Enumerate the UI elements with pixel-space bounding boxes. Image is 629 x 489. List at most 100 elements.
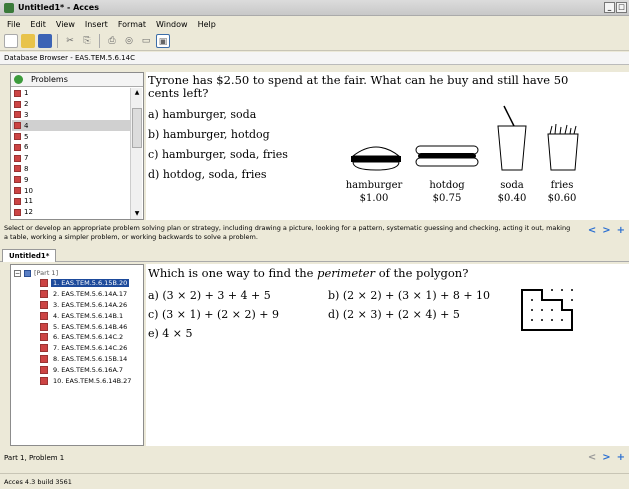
hotdog-price: $0.75 <box>432 193 462 204</box>
preview-nav: < > + <box>588 225 625 236</box>
problems-title: Problems <box>31 75 68 84</box>
polygon-figure <box>521 289 573 331</box>
problems-panel: Problems 1 2 3 4 5 6 7 8 9 10 11 12 ▲ ▼ <box>10 72 144 220</box>
strategy-description: Select or develop an appropriate problem… <box>4 224 571 241</box>
menu-format[interactable]: Format <box>118 20 146 29</box>
previous-arrow-icon[interactable]: < <box>588 225 596 236</box>
option-a[interactable]: a) (3 × 2) + 3 + 4 + 5 <box>148 289 271 302</box>
fries-icon <box>547 123 579 171</box>
scroll-thumb[interactable] <box>132 108 142 148</box>
print-icon[interactable]: ⎙ <box>105 34 119 48</box>
menu-edit[interactable]: Edit <box>30 20 46 29</box>
problem-list-item[interactable]: 10 <box>12 185 130 196</box>
problem-list-item[interactable]: 8 <box>12 164 130 175</box>
previous-arrow-icon[interactable]: < <box>588 452 596 463</box>
go-icon[interactable] <box>14 75 23 84</box>
tree-item[interactable]: 8. EAS.TEM.5.6.15B.14 <box>14 354 133 365</box>
problems-scrollbar[interactable]: ▲ ▼ <box>130 88 142 219</box>
menu-help[interactable]: Help <box>198 20 216 29</box>
option-b: b) hamburger, hotdog <box>148 128 270 141</box>
collapse-icon[interactable]: − <box>14 269 21 277</box>
fries-price: $0.60 <box>547 193 577 204</box>
open-folder-icon[interactable] <box>21 33 35 48</box>
option-e[interactable]: e) 4 × 5 <box>148 327 193 340</box>
menu-insert[interactable]: Insert <box>85 20 108 29</box>
preview-icon[interactable]: ◎ <box>122 34 136 48</box>
hamburger-icon <box>351 146 401 171</box>
layout-icon[interactable]: ▣ <box>156 33 170 48</box>
tree-item[interactable]: 9. EAS.TEM.5.6.16A.7 <box>14 364 133 375</box>
tab-untitled1[interactable]: Untitled1* <box>2 249 57 262</box>
scroll-up-icon[interactable]: ▲ <box>131 88 143 98</box>
tree-root[interactable]: − [Part 1] <box>14 268 133 278</box>
tree-item[interactable]: 1. EAS.TEM.5.6.15B.20 <box>14 278 133 289</box>
part-icon <box>24 269 31 277</box>
problem-list-item[interactable]: 12 <box>12 207 130 218</box>
tree-item[interactable]: 4. EAS.TEM.5.6.14B.1 <box>14 310 133 321</box>
hamburger-price: $1.00 <box>359 193 389 204</box>
option-d[interactable]: d) (2 × 3) + (2 × 4) + 5 <box>328 308 460 321</box>
scroll-down-icon[interactable]: ▼ <box>131 209 143 219</box>
problem-icon <box>40 290 48 299</box>
tree-item[interactable]: 6. EAS.TEM.5.6.14C.2 <box>14 332 133 343</box>
tree-item[interactable]: 7. EAS.TEM.5.6.14C.26 <box>14 343 133 354</box>
problem-list-item[interactable]: 11 <box>12 196 130 207</box>
tree-item-label: 2. EAS.TEM.5.6.14A.17 <box>53 290 128 299</box>
next-arrow-icon[interactable]: > <box>602 225 610 236</box>
tree-item[interactable]: 5. EAS.TEM.5.6.14B.46 <box>14 321 133 332</box>
problem-list-item[interactable]: 6 <box>12 142 130 153</box>
page-icon[interactable]: ▭ <box>139 34 153 48</box>
maximize-button[interactable]: □ <box>616 2 627 13</box>
toolbar: ✂ ⎘ ⎙ ◎ ▭ ▣ <box>0 31 629 51</box>
option-b[interactable]: b) (2 × 2) + (3 × 1) + 8 + 10 <box>328 289 490 302</box>
tree-item[interactable]: 3. EAS.TEM.5.6.14A.26 <box>14 300 133 311</box>
window-title: Untitled1* - Acces <box>18 3 99 12</box>
problem-icon <box>14 89 21 97</box>
menu-view[interactable]: View <box>56 20 75 29</box>
problem-icon <box>40 365 48 374</box>
new-file-icon[interactable] <box>4 33 18 48</box>
tree-item-label: 5. EAS.TEM.5.6.14B.46 <box>53 322 128 331</box>
hotdog-label: hotdog <box>429 180 465 191</box>
problem-icon <box>14 187 21 195</box>
tree-items: 1. EAS.TEM.5.6.15B.20 2. EAS.TEM.5.6.14A.… <box>14 278 133 386</box>
tree-item-label: 1. EAS.TEM.5.6.15B.20 <box>51 279 130 288</box>
minimize-button[interactable]: _ <box>604 2 615 13</box>
next-arrow-icon[interactable]: > <box>602 452 610 463</box>
problem-icon <box>14 111 21 119</box>
problem-list-item[interactable]: 1 <box>12 88 130 99</box>
problem-list-label: 4 <box>24 121 29 130</box>
problem-list-item[interactable]: 9 <box>12 174 130 185</box>
menu-window[interactable]: Window <box>156 20 188 29</box>
problem-list-item[interactable]: 5 <box>12 131 130 142</box>
save-icon[interactable] <box>38 33 52 48</box>
hamburger-label: hamburger <box>345 180 403 191</box>
problem-icon <box>40 322 48 331</box>
problem-list-item[interactable]: 2 <box>12 99 130 110</box>
problem-list-label: 3 <box>24 110 29 119</box>
tree-item[interactable]: 2. EAS.TEM.5.6.14A.17 <box>14 289 133 300</box>
tree-item[interactable]: 10. EAS.TEM.5.6.14B.27 <box>14 375 133 386</box>
database-browser-label: Database Browser - EAS.TEM.5.6.14C <box>0 52 629 65</box>
problem-icon <box>14 100 21 108</box>
problem-icon <box>40 279 48 288</box>
problem-list-item[interactable]: 4 <box>12 120 130 132</box>
option-c[interactable]: c) (3 × 1) + (2 × 2) + 9 <box>148 308 279 321</box>
cut-icon[interactable]: ✂ <box>63 34 77 48</box>
problem-icon <box>40 300 48 309</box>
question-emphasis: perimeter <box>317 266 376 280</box>
problem-list-label: 11 <box>24 197 33 206</box>
tree-item-label: 4. EAS.TEM.5.6.14B.1 <box>53 311 124 320</box>
problem-list-label: 7 <box>24 154 29 163</box>
add-icon[interactable]: + <box>617 225 625 236</box>
tree-item-label: 8. EAS.TEM.5.6.15B.14 <box>53 354 128 363</box>
tree-item-label: 6. EAS.TEM.5.6.14C.2 <box>53 333 124 342</box>
copy-icon[interactable]: ⎘ <box>80 34 94 48</box>
problem-list-item[interactable]: 7 <box>12 153 130 164</box>
option-a: a) hamburger, soda <box>148 108 257 121</box>
add-icon[interactable]: + <box>617 452 625 463</box>
problem-list-item[interactable]: 3 <box>12 110 130 121</box>
title-bar: Untitled1* - Acces _ □ <box>0 0 629 16</box>
option-c: c) hamburger, soda, fries <box>148 148 288 161</box>
menu-file[interactable]: File <box>7 20 20 29</box>
